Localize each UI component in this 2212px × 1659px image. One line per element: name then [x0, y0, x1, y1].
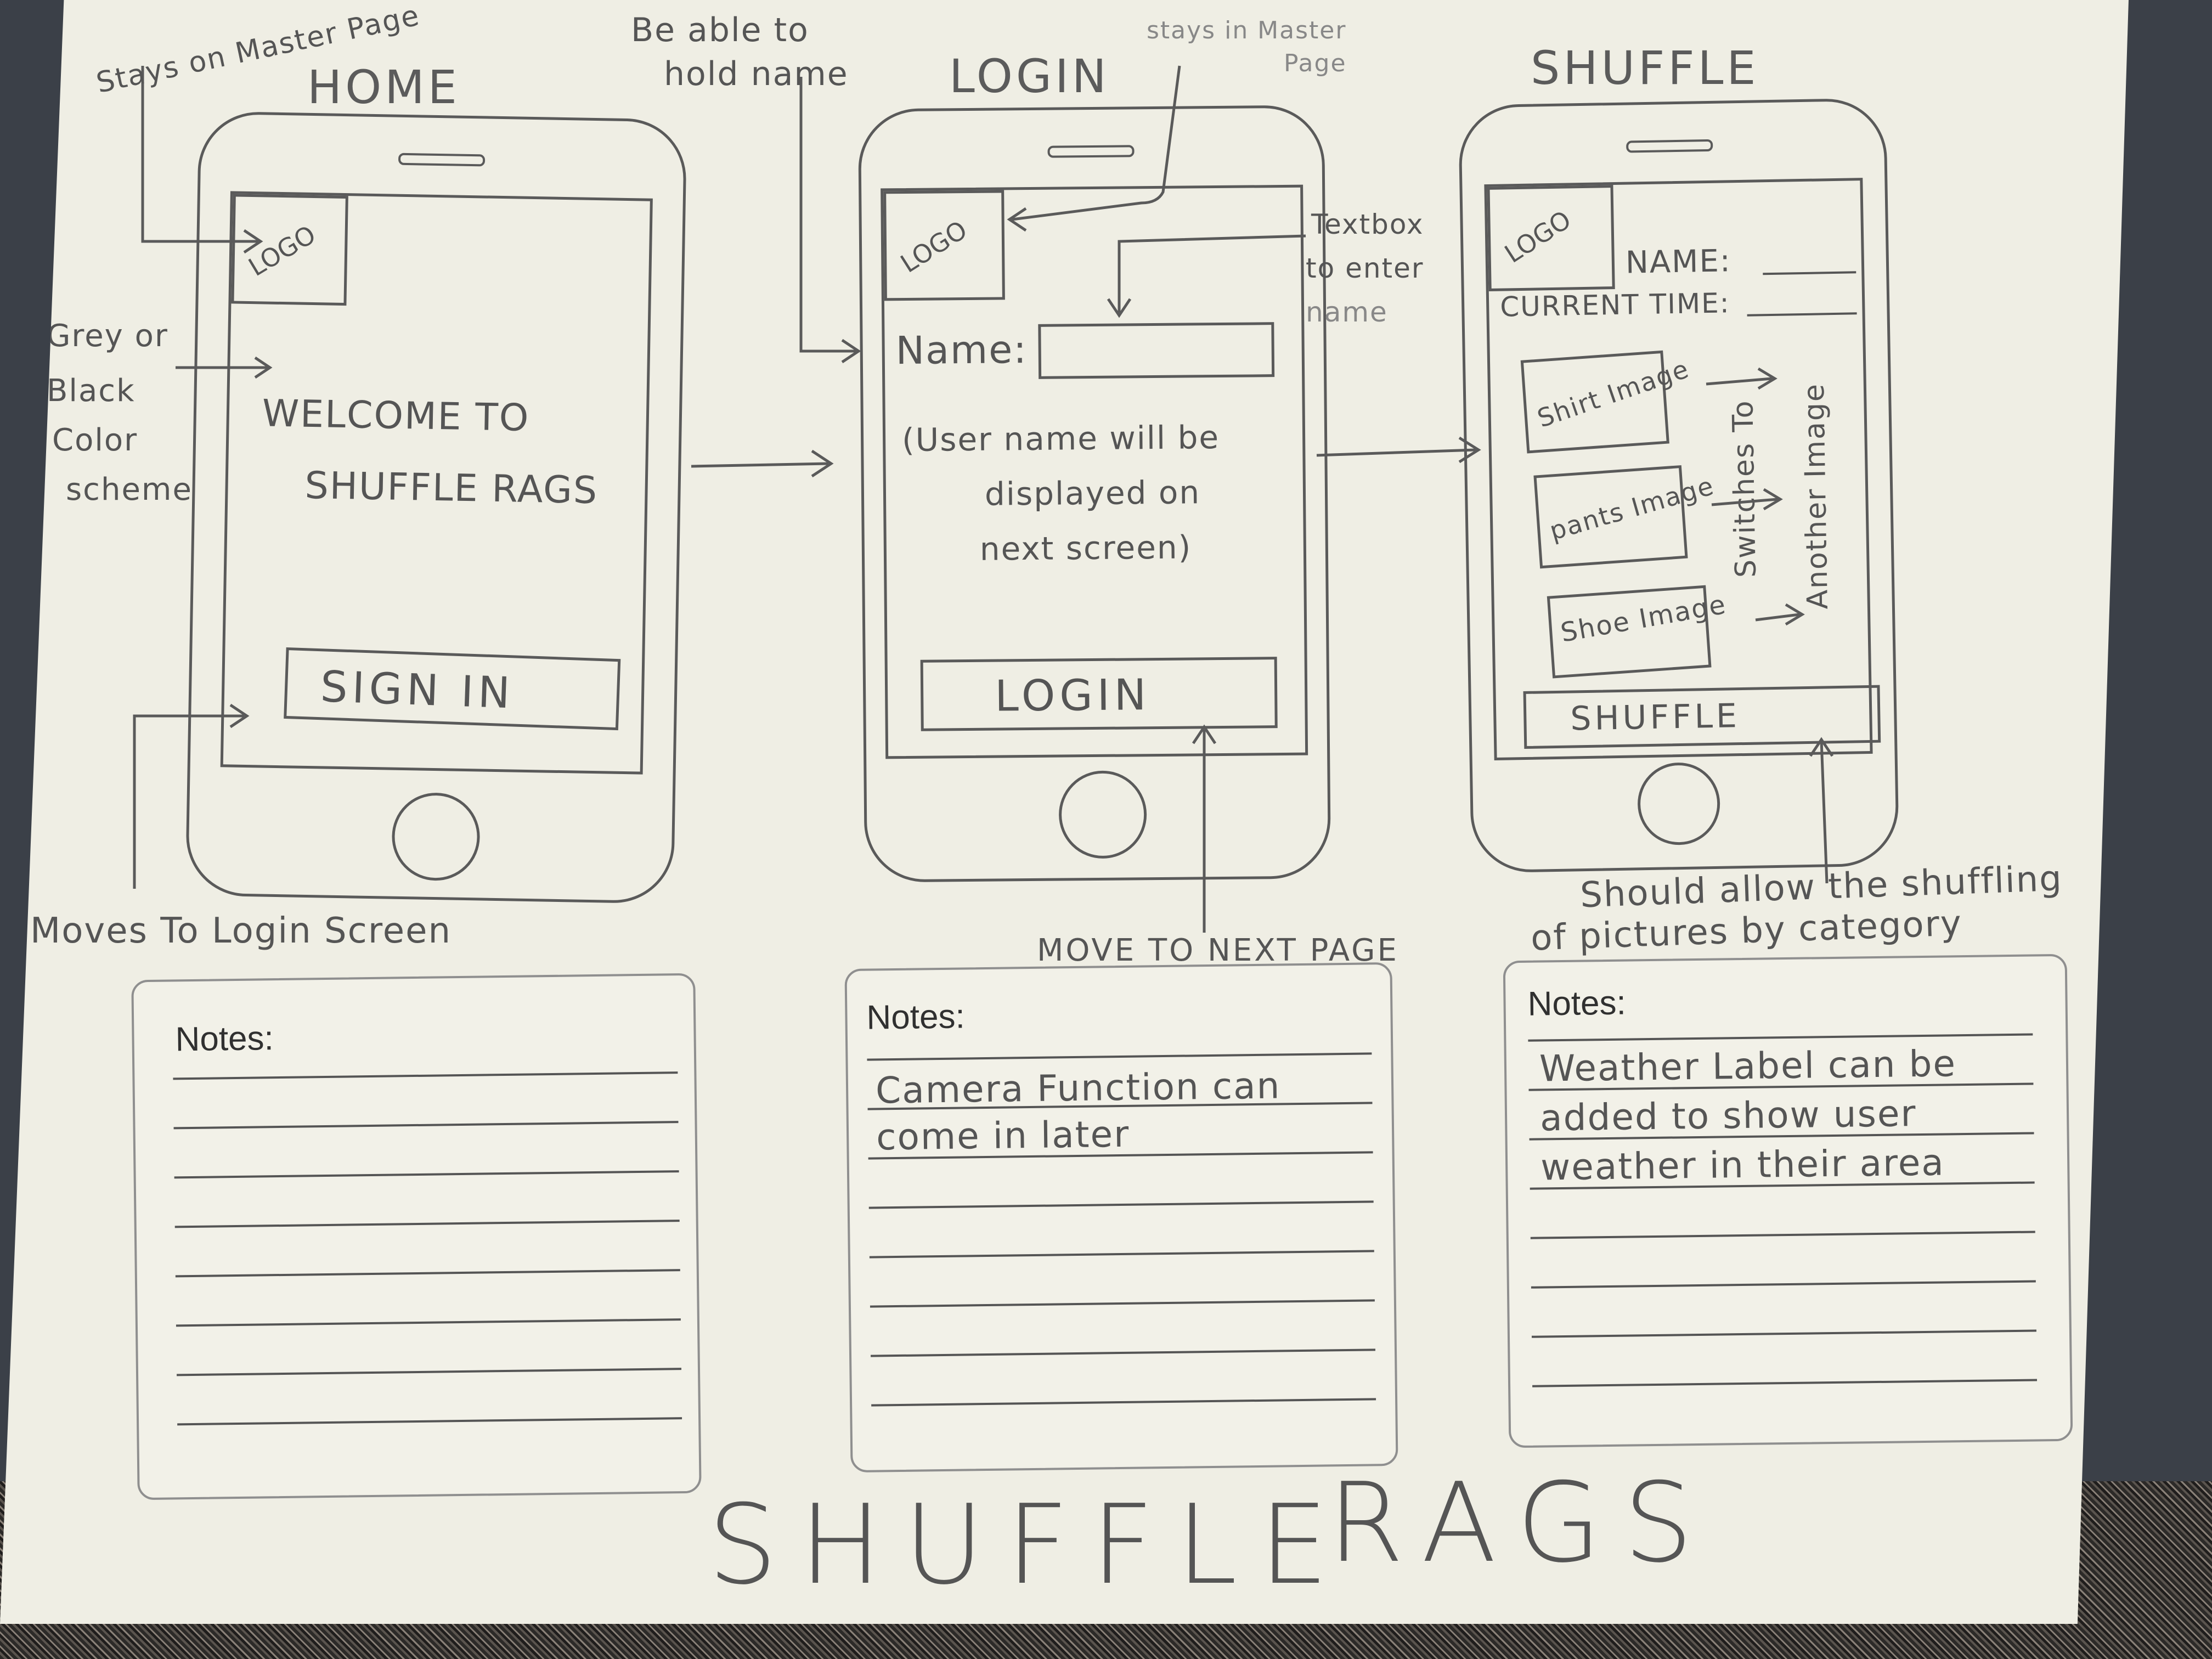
- home-notes-rule-7: [177, 1368, 682, 1376]
- annotation-hold-name-1: Be able to: [631, 11, 809, 49]
- arrow-master-to-home-logo: [141, 66, 258, 243]
- home-notes-rule-2: [173, 1121, 679, 1130]
- project-title-word-1: SHUFFLE: [708, 1481, 1351, 1609]
- shuffle-note-line-1: Weather Label can be: [1539, 1042, 1957, 1090]
- login-notes-rule-8: [871, 1398, 1376, 1407]
- home-notes-rule-8: [177, 1417, 682, 1426]
- login-notes-rule-6: [870, 1299, 1375, 1308]
- arrow-textbox: [1118, 234, 1306, 313]
- home-notes-card: Notes:: [131, 973, 702, 1500]
- annotation-color-1: Grey or: [47, 318, 168, 354]
- login-notes-label: Notes:: [866, 997, 966, 1037]
- home-notes-rule-6: [176, 1318, 681, 1327]
- login-notes-rule-1: [867, 1052, 1372, 1061]
- arrow-shirt-switch: [1706, 377, 1773, 386]
- arrow-login-to-shuffle: [1316, 448, 1476, 457]
- home-notes-rule-1: [173, 1071, 678, 1080]
- annotation-stays-master-2a: stays in Master: [1147, 16, 1347, 44]
- arrow-shuffle-allow: [1820, 740, 1829, 884]
- login-notes-rule-4: [868, 1200, 1374, 1209]
- arrow-master-to-login-logo: [1012, 65, 1181, 221]
- arrow-pants-switch: [1711, 498, 1778, 506]
- home-notes-rule-3: [174, 1170, 679, 1179]
- annotation-color-3: Color: [52, 422, 138, 458]
- project-title-word-2: RAGS: [1328, 1459, 1716, 1587]
- login-note-line-2: come in later: [876, 1113, 1130, 1159]
- shuffle-notes-rule-6: [1531, 1280, 2036, 1289]
- shuffle-notes-rule-7: [1531, 1329, 2036, 1338]
- shuffle-note-line-2: added to show user: [1539, 1092, 1917, 1139]
- shuffle-note-line-3: weather in their area: [1540, 1141, 1945, 1189]
- arrow-home-to-login: [691, 462, 829, 468]
- sketch-paper: HOME LOGO WELCOME TO SHUFFLE RAGS SIGN I…: [0, 0, 2129, 1624]
- annotation-color-4: scheme: [66, 472, 193, 507]
- arrow-hold-name: [799, 77, 856, 353]
- annotation-color-2: Black: [47, 373, 136, 409]
- shuffle-notes-rule-8: [1532, 1379, 2038, 1387]
- annotation-textbox-2: to enter: [1306, 252, 1424, 284]
- annotation-textbox-1: Textbox: [1311, 208, 1424, 240]
- home-notes-rule-4: [174, 1220, 680, 1228]
- login-notes-rule-5: [869, 1250, 1374, 1259]
- annotation-hold-name-2: hold name: [664, 55, 849, 93]
- home-notes-label: Notes:: [175, 1019, 274, 1059]
- shuffle-notes-card: Notes: Weather Label can be added to sho…: [1503, 953, 2073, 1448]
- shuffle-notes-rule-1: [1528, 1033, 2033, 1042]
- login-notes-card: Notes: Camera Function can come in later: [844, 962, 1398, 1473]
- arrow-moves-to-login: [133, 714, 244, 889]
- shuffle-notes-label: Notes:: [1527, 984, 1627, 1023]
- annotation-moves-to-login: Moves To Login Screen: [30, 911, 452, 951]
- annotation-textbox-3: name: [1306, 296, 1388, 328]
- annotation-stays-master-2b: Page: [1284, 49, 1347, 77]
- home-notes-rule-5: [175, 1269, 680, 1278]
- shuffle-notes-rule-5: [1530, 1231, 2035, 1239]
- login-notes-rule-7: [871, 1348, 1376, 1357]
